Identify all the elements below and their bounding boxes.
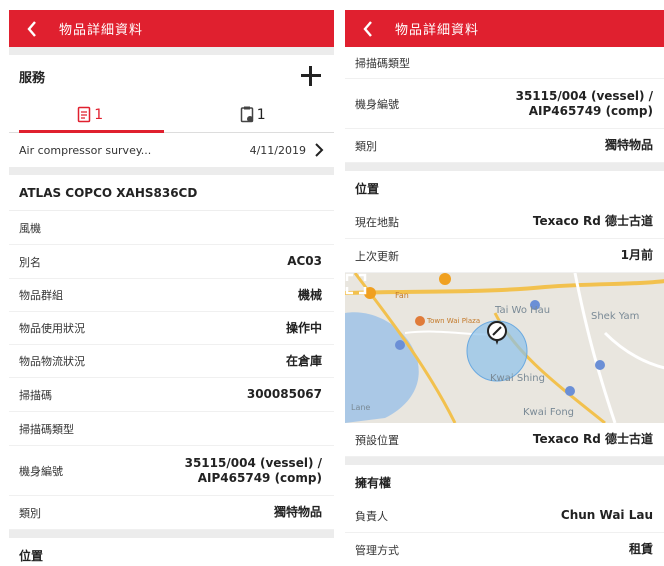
detail-value: 300085067 xyxy=(246,387,322,401)
management-label: 管理方式 xyxy=(355,543,399,557)
map-label: Lane xyxy=(351,403,371,412)
asset-name: ATLAS COPCO XAHS836CD xyxy=(9,175,334,211)
map-label: Town Wai Plaza xyxy=(427,317,481,325)
tab-documents-count: 1 xyxy=(94,106,104,123)
owner-value: Chun Wai Lau xyxy=(560,508,653,522)
detail-value: 35115/004 (vessel) / AIP465749 (comp) xyxy=(185,456,322,486)
detail-row: 掃描碼類型 xyxy=(9,412,334,446)
current-location-row: 現在地點 Texaco Rd 德士古道 xyxy=(345,205,664,239)
clipboard-icon xyxy=(240,106,254,123)
tab-tasks-count: 1 xyxy=(256,106,266,123)
map-label: Kwai Fong xyxy=(523,407,575,418)
last-updated-value: 1月前 xyxy=(620,248,653,262)
detail-label: 類別 xyxy=(19,506,41,520)
survey-name: Air compressor survey... xyxy=(19,143,152,157)
detail-label: 掃描碼 xyxy=(19,388,52,402)
page-title: 物品詳細資料 xyxy=(59,23,144,38)
current-location-value: Texaco Rd 德士古道 xyxy=(532,214,653,228)
detail-value-line: 35115/004 (vessel) / xyxy=(515,88,653,103)
detail-value: 獨特物品 xyxy=(604,138,653,152)
survey-list-item[interactable]: Air compressor survey... 4/11/2019 xyxy=(9,133,334,167)
detail-row: 物品物流狀況 在倉庫 xyxy=(9,345,334,378)
detail-row: 類別 獨特物品 xyxy=(345,129,664,163)
location-title: 位置 xyxy=(355,181,380,196)
back-arrow-icon[interactable] xyxy=(21,18,43,40)
asset-category-row: 風機 xyxy=(9,211,334,245)
detail-label: 機身編號 xyxy=(355,97,399,111)
map-label: Kwai Shing xyxy=(490,373,545,384)
current-location-label: 現在地點 xyxy=(355,215,399,229)
service-card: 服務 1 1 Air compressor survey... 4/11/201… xyxy=(9,55,334,167)
expand-map-icon[interactable] xyxy=(345,273,367,295)
detail-label: 掃描碼類型 xyxy=(355,56,410,70)
default-location-row: 預設位置 Texaco Rd 德士古道 xyxy=(345,423,664,457)
detail-label: 掃描碼類型 xyxy=(19,422,74,436)
detail-value: 操作中 xyxy=(285,320,322,335)
location-card: 位置 xyxy=(9,538,334,566)
service-tabs: 1 1 xyxy=(9,97,334,133)
detail-row: 掃描碼類型 xyxy=(345,47,664,79)
detail-value-line: 35115/004 (vessel) / xyxy=(184,455,322,470)
tab-tasks[interactable]: 1 xyxy=(172,97,335,132)
management-value: 租賃 xyxy=(628,542,653,556)
detail-value-line: AIP465749 (comp) xyxy=(197,470,322,485)
detail-value: 在倉庫 xyxy=(285,353,322,368)
back-arrow-icon[interactable] xyxy=(357,18,379,40)
location-title: 位置 xyxy=(19,548,44,563)
detail-row: 掃描碼 300085067 xyxy=(9,378,334,412)
detail-row: 類別 獨特物品 xyxy=(9,496,334,530)
detail-label: 物品使用狀況 xyxy=(19,322,85,335)
document-icon xyxy=(78,106,91,123)
default-location-value: Texaco Rd 德士古道 xyxy=(532,432,653,446)
owner-row: 負責人 Chun Wai Lau xyxy=(345,499,664,533)
detail-label: 別名 xyxy=(19,255,41,269)
map-label: Tai Wo Hau xyxy=(495,305,551,316)
app-bar: 物品詳細資料 xyxy=(345,10,664,47)
service-title: 服務 xyxy=(19,70,46,86)
tab-documents[interactable]: 1 xyxy=(9,97,172,133)
add-icon[interactable] xyxy=(300,65,322,87)
detail-label: 物品群組 xyxy=(19,289,63,302)
right-screen: 物品詳細資料 掃描碼類型 機身編號 35115/004 (vessel) / A… xyxy=(345,10,664,566)
detail-row: 別名 AC03 xyxy=(9,245,334,279)
management-row: 管理方式 租賃 xyxy=(345,533,664,566)
detail-value: 35115/004 (vessel) / AIP465749 (comp) xyxy=(516,89,653,119)
detail-label: 物品物流狀況 xyxy=(19,355,85,368)
app-bar: 物品詳細資料 xyxy=(9,10,334,47)
detail-row: 物品群組 機械 xyxy=(9,279,334,312)
detail-value-line: AIP465749 (comp) xyxy=(528,103,653,118)
ownership-title: 擁有權 xyxy=(355,475,392,490)
detail-row: 物品使用狀況 操作中 xyxy=(9,312,334,345)
detail-row: 機身編號 35115/004 (vessel) / AIP465749 (com… xyxy=(345,79,664,129)
detail-label: 機身編號 xyxy=(19,464,63,478)
location-card: 位置 現在地點 Texaco Rd 德士古道 上次更新 1月前 Tai Wo H… xyxy=(345,171,664,457)
ownership-card: 擁有權 負責人 Chun Wai Lau 管理方式 租賃 xyxy=(345,465,664,566)
asset-details-card: 掃描碼類型 機身編號 35115/004 (vessel) / AIP46574… xyxy=(345,47,664,163)
left-screen: 物品詳細資料 服務 1 1 Air compressor survey... 4… xyxy=(9,10,334,566)
page-title: 物品詳細資料 xyxy=(395,23,480,38)
location-map[interactable]: Tai Wo Hau Shek Yam Kwai Shing Kwai Fong… xyxy=(345,273,664,423)
detail-value: 機械 xyxy=(297,287,322,302)
chevron-right-icon xyxy=(315,143,324,157)
default-location-label: 預設位置 xyxy=(355,433,399,447)
map-label: Fan xyxy=(395,291,409,300)
detail-value: 獨特物品 xyxy=(273,505,322,519)
last-updated-label: 上次更新 xyxy=(355,249,399,263)
asset-details-card: ATLAS COPCO XAHS836CD 風機 別名 AC03 物品群組 機械… xyxy=(9,175,334,530)
asset-category: 風機 xyxy=(19,221,41,235)
last-updated-row: 上次更新 1月前 xyxy=(345,239,664,273)
detail-value: AC03 xyxy=(287,254,322,268)
map-label: Shek Yam xyxy=(591,311,640,322)
detail-row: 機身編號 35115/004 (vessel) / AIP465749 (com… xyxy=(9,446,334,496)
survey-date: 4/11/2019 xyxy=(249,143,306,157)
owner-label: 負責人 xyxy=(355,509,388,523)
detail-label: 類別 xyxy=(355,139,377,153)
